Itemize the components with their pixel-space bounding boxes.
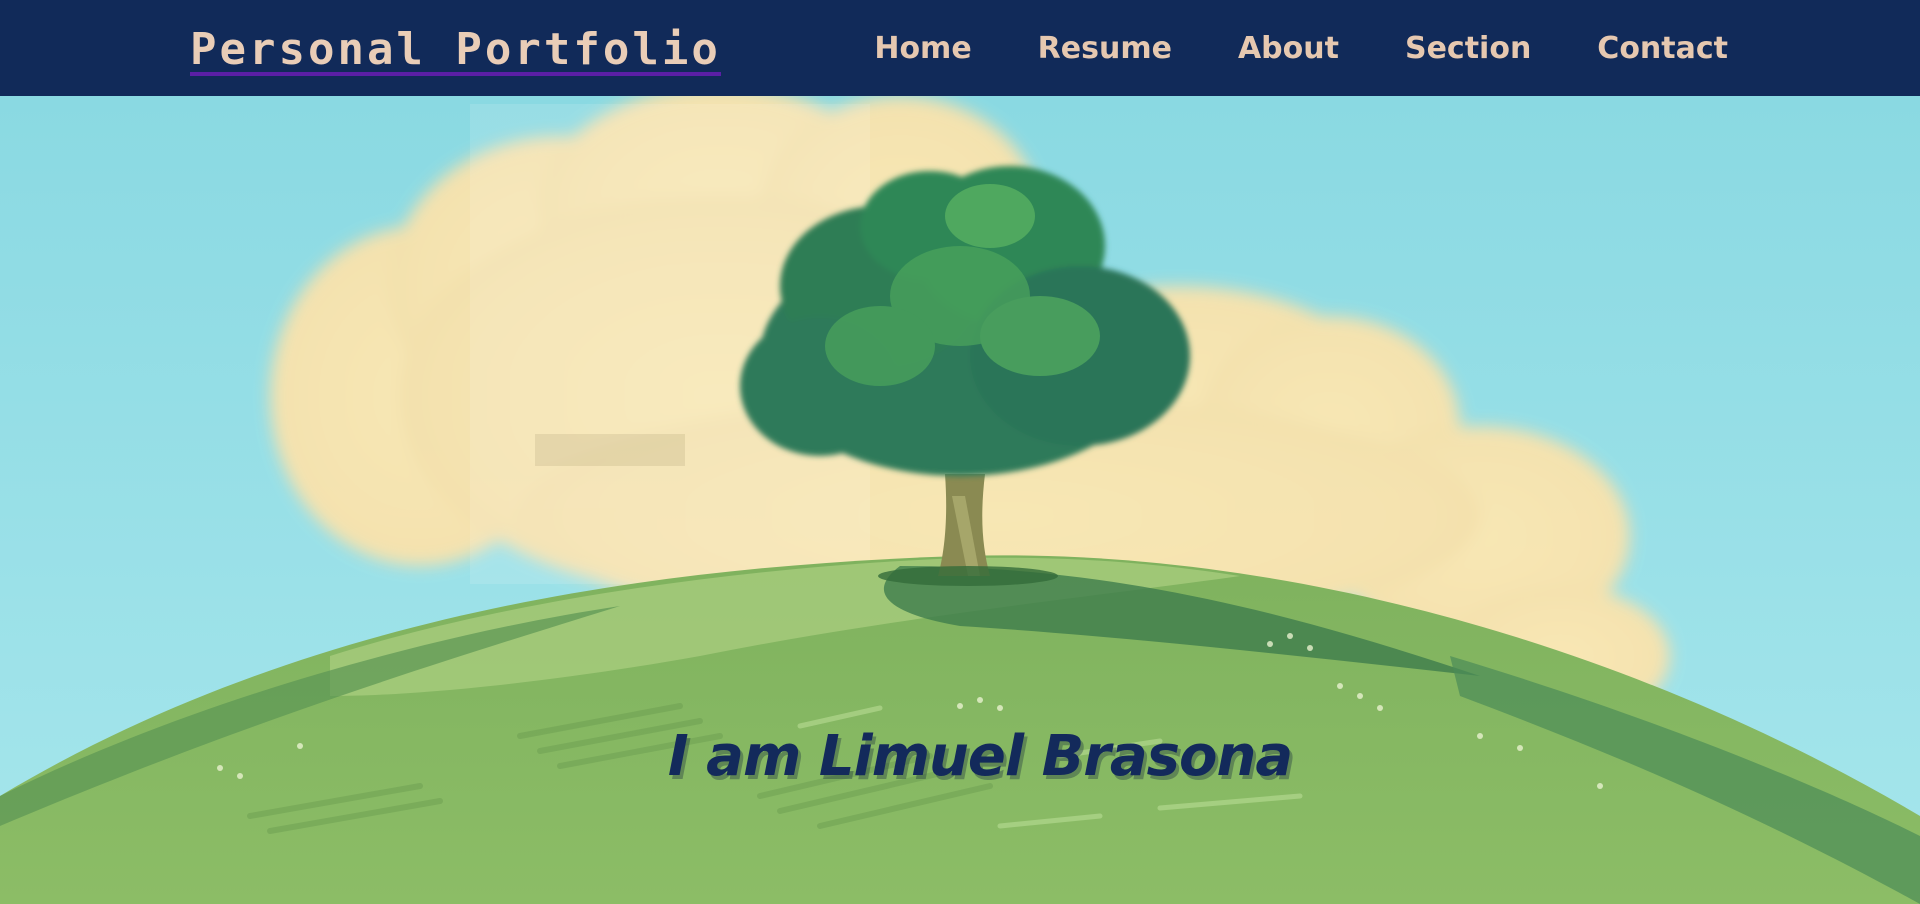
main-nav: Home Resume About Section Contact	[874, 0, 1728, 96]
brand-logo-link[interactable]: Personal Portfolio	[190, 22, 721, 76]
nav-section-link[interactable]: Section	[1405, 31, 1531, 66]
portfolio-page: Personal Portfolio Home Resume About Sec…	[0, 0, 1920, 904]
hero-section: I am Limuel Brasona	[0, 96, 1920, 904]
top-navbar: Personal Portfolio Home Resume About Sec…	[0, 0, 1920, 96]
nav-resume-link[interactable]: Resume	[1038, 31, 1172, 66]
nav-contact-link[interactable]: Contact	[1597, 31, 1728, 66]
nav-about-link[interactable]: About	[1238, 31, 1339, 66]
hero-heading: I am Limuel Brasona	[667, 724, 1293, 789]
nav-home-link[interactable]: Home	[874, 31, 971, 66]
